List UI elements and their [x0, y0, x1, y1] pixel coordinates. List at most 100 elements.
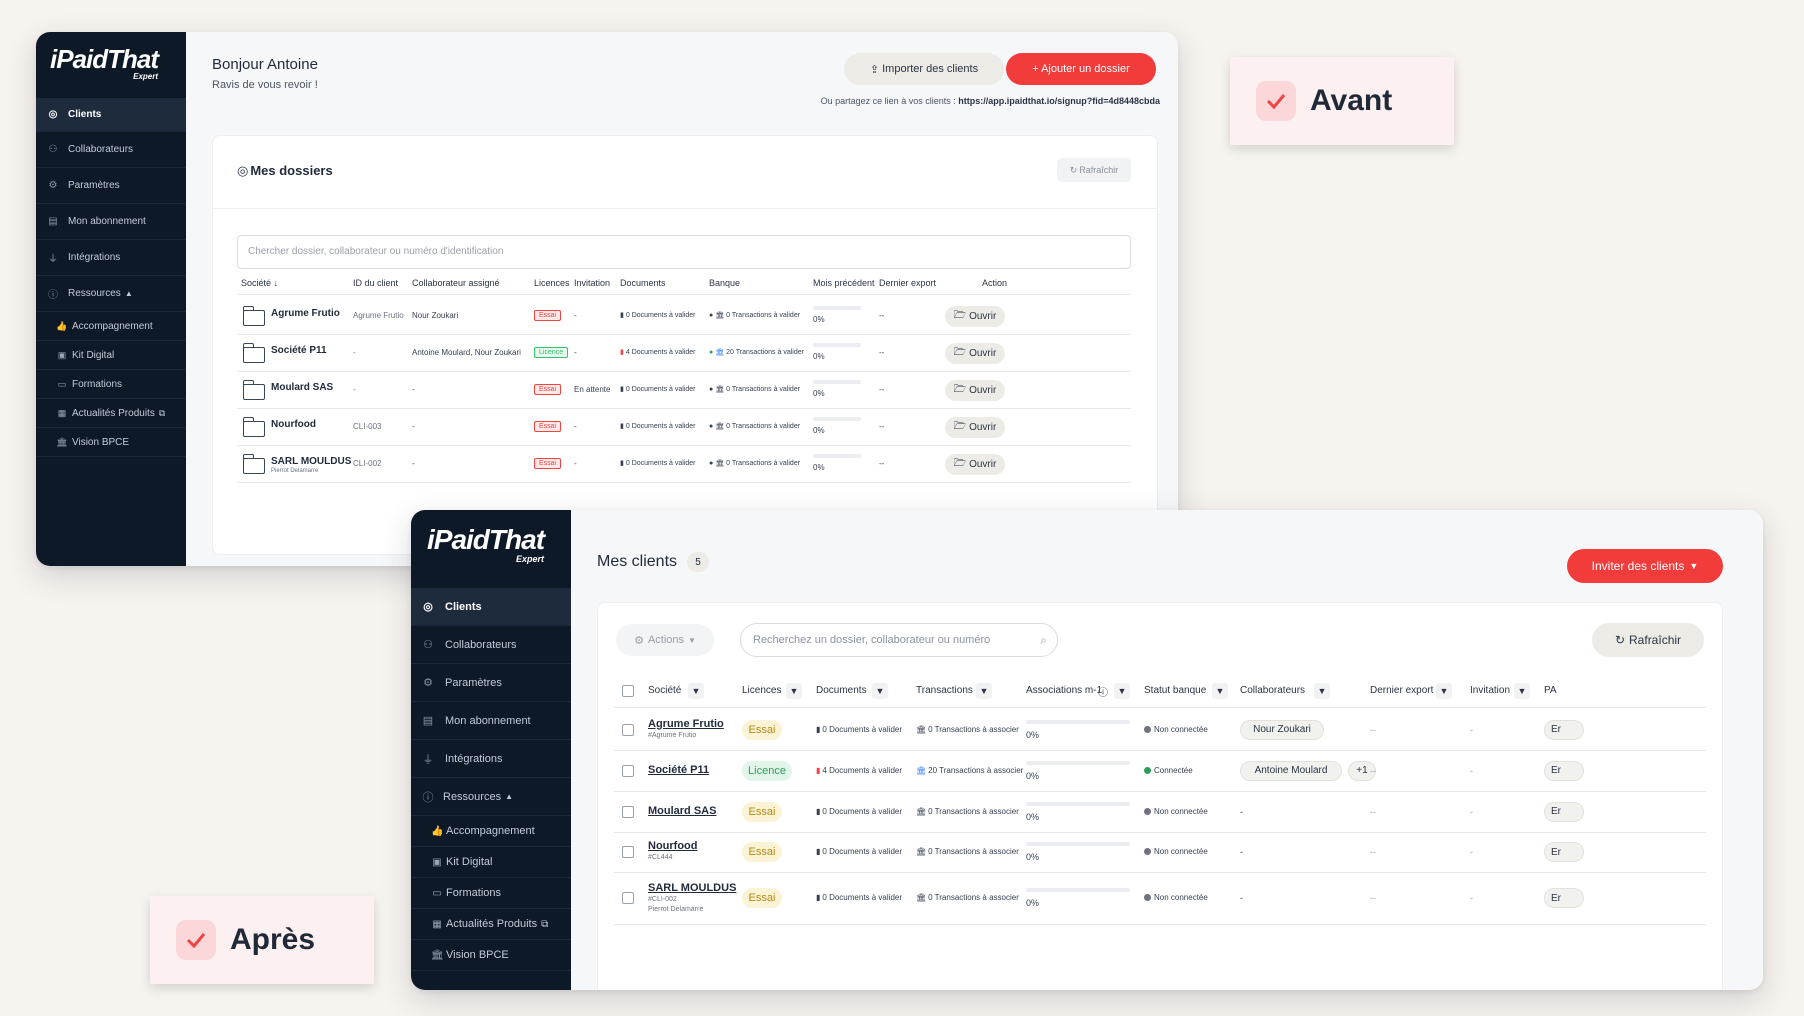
client-name-link[interactable]: Nourfood [648, 840, 697, 852]
ouvrir-button[interactable]: 🗁 Ouvrir [945, 380, 1005, 401]
row-divider [614, 791, 1706, 792]
new-nav-collaborateurs[interactable]: ⚇ Collaborateurs [411, 626, 571, 664]
collaborator-chip[interactable]: Antoine Moulard [1240, 760, 1342, 781]
select-all-checkbox[interactable] [622, 685, 634, 697]
filter-button[interactable]: ▼ [1514, 683, 1530, 699]
row-checkbox[interactable] [622, 846, 634, 858]
row-divider [237, 334, 1131, 335]
pa-button[interactable]: Er [1544, 842, 1584, 862]
bank-text: 0 Transactions à valider [726, 460, 801, 467]
invite-clients-button[interactable]: Inviter des clients ▼ [1567, 549, 1723, 583]
documents-text: 0 Documents à valider [625, 386, 696, 393]
old-row-export: -- [879, 422, 885, 431]
old-refresh-button[interactable]: ↻ Rafraîchir [1057, 158, 1131, 182]
row-checkbox[interactable] [622, 805, 634, 818]
progress-bar [1026, 801, 1130, 806]
old-sub-kit-digital[interactable]: ▣ Kit Digital [36, 341, 186, 370]
old-row-bank: ● 🏛 0 Transactions à valider [709, 311, 800, 319]
old-sub-accompagnement[interactable]: 👍 Accompagnement [36, 312, 186, 341]
pa-button[interactable]: Er [1544, 719, 1584, 740]
client-name-link[interactable]: Société P11 [648, 764, 709, 776]
filter-button[interactable]: ▼ [976, 683, 992, 699]
row-export: -- [1370, 847, 1376, 857]
new-nav-clients[interactable]: ◎ Clients [411, 588, 571, 626]
row-export: -- [1370, 724, 1376, 735]
old-row-name[interactable]: Moulard SAS [271, 382, 333, 393]
new-refresh-button[interactable]: ↻ Rafraîchir [1592, 623, 1704, 657]
old-nav-abonnement[interactable]: ▤ Mon abonnement [36, 204, 186, 240]
users-icon: ⚇ [423, 639, 433, 651]
license-badge: Licence [534, 347, 569, 358]
new-sub-actualites[interactable]: ▦ Actualités Produits ⧉ [411, 909, 571, 940]
old-row-name[interactable]: Nourfood [271, 419, 316, 430]
old-nav-integrations[interactable]: ⏚ Intégrations [36, 240, 186, 276]
row-checkbox[interactable] [622, 723, 634, 736]
old-search-input[interactable]: Chercher dossier, collaborateur ou numér… [237, 235, 1131, 269]
row-collab-empty: - [1240, 806, 1243, 817]
filter-button[interactable]: ▼ [1314, 683, 1330, 699]
user-circle-icon: ◎ [48, 109, 58, 120]
new-search-input[interactable]: Recherchez un dossier, collaborateur ou … [740, 623, 1058, 657]
new-page-title: Mes clients 5 [597, 552, 710, 572]
old-row-collab: - [412, 385, 415, 394]
new-sub-kit-digital[interactable]: ▣ Kit Digital [411, 847, 571, 878]
new-nav-integrations[interactable]: ⏚ Intégrations [411, 740, 571, 778]
old-nav-ressources[interactable]: ⓘ Ressources ▲ [36, 276, 186, 312]
thumbs-up-icon: 👍 [56, 320, 68, 331]
folder-open-icon: 🗁 [953, 458, 967, 469]
collaborator-chip[interactable]: Nour Zoukari [1240, 719, 1324, 740]
pa-button[interactable]: Er [1544, 888, 1584, 908]
old-nav-clients[interactable]: ◎ Clients [36, 98, 186, 132]
old-row-name[interactable]: Agrume Frutio [271, 308, 340, 319]
old-table: Société ↓ ID du client Collaborateur assig… [237, 276, 1131, 546]
filter-button[interactable]: ▼ [1114, 683, 1130, 699]
new-sub-formations[interactable]: ▭ Formations [411, 878, 571, 909]
old-row-bank: ● 🏛 0 Transactions à valider [709, 385, 800, 393]
bank-icon: 🏛 [715, 460, 725, 467]
ouvrir-button[interactable]: 🗁 Ouvrir [945, 417, 1005, 438]
new-nav-abonnement[interactable]: ▤ Mon abonnement [411, 702, 571, 740]
share-link[interactable]: https://app.ipaidthat.io/signup?fid=4d84… [958, 96, 1160, 106]
row-checkbox[interactable] [622, 764, 634, 777]
ouvrir-button[interactable]: 🗁 Ouvrir [945, 454, 1005, 475]
client-name-link[interactable]: Moulard SAS [648, 805, 716, 817]
old-nav-parametres[interactable]: ⚙ Paramètres [36, 168, 186, 204]
old-row-name[interactable]: SARL MOULDUS [271, 456, 351, 467]
new-nav-parametres[interactable]: ⚙ Paramètres [411, 664, 571, 702]
pa-button[interactable]: Er [1544, 760, 1584, 781]
import-clients-button[interactable]: ⇪ Importer des clients [844, 53, 1004, 85]
transactions-text: 0 Transactions à associer [928, 806, 1019, 816]
old-col-header: Banque [709, 278, 741, 288]
filter-button[interactable]: ▼ [1436, 683, 1452, 699]
old-window: iPaidThat Expert ◎ Clients ⚇ Collaborateur… [36, 32, 1178, 566]
pa-button[interactable]: Er [1544, 801, 1584, 822]
new-sub-accompagnement[interactable]: 👍 Accompagnement [411, 816, 571, 847]
filter-button[interactable]: ▼ [1212, 683, 1228, 699]
checkmark-icon [1256, 81, 1296, 121]
row-checkbox[interactable] [622, 892, 634, 904]
new-nav-ressources[interactable]: ⓘ Ressources ▲ [411, 778, 571, 816]
client-name-link[interactable]: SARL MOULDUS [648, 882, 736, 894]
new-col-header: Société [648, 685, 682, 696]
ouvrir-button[interactable]: 🗁 Ouvrir [945, 343, 1005, 364]
client-name-link[interactable]: Agrume Frutio [648, 718, 724, 730]
status-dot-icon [1144, 894, 1151, 902]
old-sub-formations[interactable]: ▭ Formations [36, 370, 186, 399]
filter-button[interactable]: ▼ [786, 683, 802, 699]
old-sub-vision[interactable]: 🏛 Vision BPCE [36, 428, 186, 457]
bank-status-icon: ● [709, 460, 714, 467]
old-sub-actualites[interactable]: ▦ Actualités Produits ⧉ [36, 399, 186, 428]
old-nav-collaborateurs[interactable]: ⚇ Collaborateurs [36, 132, 186, 168]
old-row-name[interactable]: Société P11 [271, 345, 327, 356]
image-icon: ▣ [57, 349, 67, 360]
filter-button[interactable]: ▼ [688, 683, 704, 699]
ouvrir-button[interactable]: 🗁 Ouvrir [945, 306, 1005, 327]
row-transactions: 🏛 0 Transactions à associer [916, 847, 1019, 856]
actions-dropdown[interactable]: ⚙ Actions ▼ [616, 624, 714, 656]
bank-status-text: Non connectée [1154, 847, 1208, 856]
add-dossier-button[interactable]: + Ajouter un dossier [1006, 53, 1156, 85]
filter-button[interactable]: ▼ [872, 683, 888, 699]
new-sub-vision[interactable]: 🏛 Vision BPCE [411, 940, 571, 971]
progress-bar [813, 454, 861, 458]
old-row-collab: - [412, 422, 415, 431]
